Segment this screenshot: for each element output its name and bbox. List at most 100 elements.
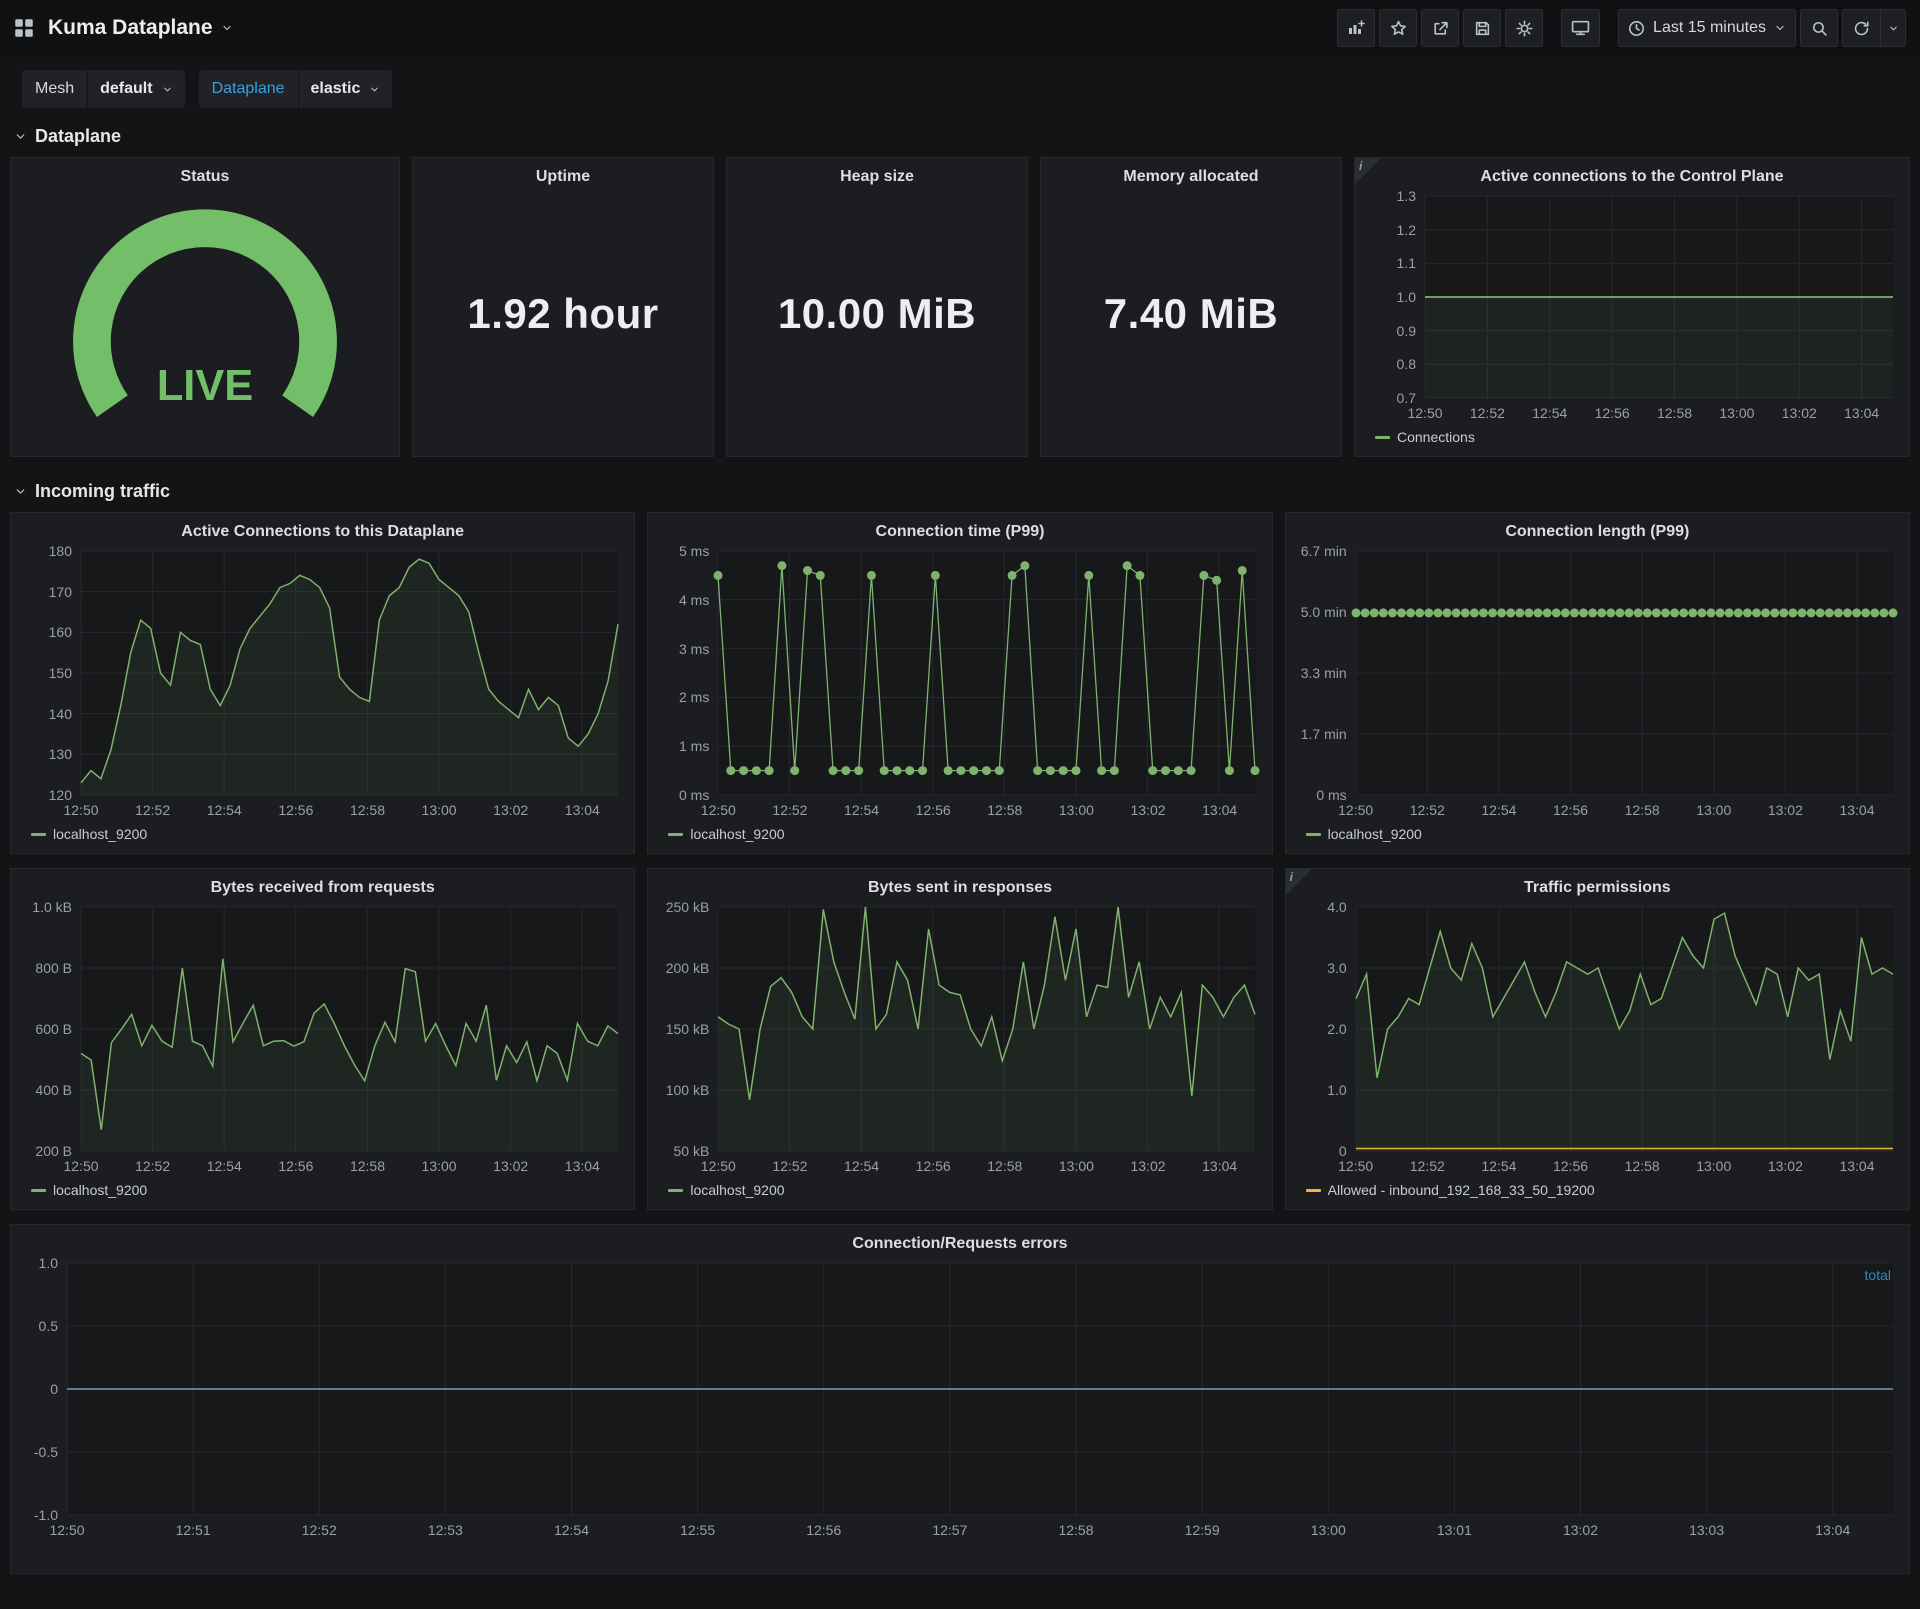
y-axis-label: -0.5	[33, 1444, 58, 1460]
y-axis-label: 1.3	[1396, 188, 1416, 204]
panel-title[interactable]: Memory allocated	[1041, 158, 1341, 188]
chart-bytes-sent[interactable]: 250 kB 200 kB 150 kB 100 kB 50 kB 12:50 12:52…	[648, 899, 1271, 1177]
legend-item[interactable]: Allowed - inbound_192_168_33_50_19200	[1305, 1182, 1595, 1198]
x-axis-label: 12:52	[772, 1158, 808, 1174]
x-axis-label: 13:00	[1696, 1158, 1732, 1174]
x-axis-label: 12:54	[206, 802, 242, 818]
y-axis-label: 1.7 min	[1300, 726, 1347, 742]
chart-legend: Allowed - inbound_192_168_33_50_19200	[1286, 1177, 1909, 1209]
y-axis-label: 2.0	[1327, 1021, 1347, 1037]
y-axis-label: 50 kB	[673, 1143, 710, 1159]
share-button[interactable]	[1421, 9, 1460, 47]
panel-info-icon[interactable]: i	[1285, 869, 1312, 895]
chart-connection-time[interactable]: 5 ms 4 ms 3 ms 2 ms 1 ms 0 ms 12:50 12:52 12:54…	[648, 543, 1271, 821]
panel-title[interactable]: Active Connections to this Dataplane	[11, 513, 634, 543]
legend-item[interactable]: Connections	[1375, 429, 1475, 445]
x-axis-label: 13:04	[1815, 1522, 1851, 1538]
y-axis-label: 1 ms	[678, 738, 710, 755]
y-axis-label: 1.0	[1396, 289, 1416, 305]
legend-item[interactable]: localhost_9200	[668, 826, 785, 842]
panel-title[interactable]: Uptime	[413, 158, 713, 188]
x-axis-label: 12:58	[1624, 802, 1660, 818]
x-axis-label: 12:54	[1481, 802, 1517, 818]
chart-connection-length[interactable]: 6.7 min 5.0 min 3.3 min 1.7 min 0 ms 12:50 12…	[1286, 543, 1909, 821]
x-axis-label: 12:56	[806, 1522, 842, 1538]
x-axis-label: 12:50	[1338, 802, 1374, 818]
y-axis-label: 0	[1338, 1143, 1347, 1159]
plot-svg	[66, 1262, 1893, 1516]
chart-legend: localhost_9200	[648, 1177, 1271, 1209]
panel-title[interactable]: Heap size	[727, 158, 1027, 188]
chart-legend: localhost_9200	[11, 821, 634, 853]
tv-mode-button[interactable]	[1561, 9, 1601, 47]
panel-title[interactable]: Traffic permissions	[1286, 869, 1909, 899]
panel-title[interactable]: Status	[11, 158, 399, 188]
refresh-interval-dropdown[interactable]	[1880, 9, 1906, 47]
dataplane-variable-dropdown[interactable]: elastic	[298, 70, 393, 108]
star-button[interactable]	[1379, 9, 1418, 47]
panel-title[interactable]: Bytes sent in responses	[648, 869, 1271, 899]
x-axis-label: 12:52	[1409, 802, 1445, 818]
x-axis-label: 13:04	[1839, 802, 1875, 818]
zoom-out-button[interactable]	[1800, 9, 1838, 47]
panel-connection-length: Connection length (P99) 6.7 min 5.0 min 3.…	[1284, 512, 1910, 854]
x-axis-label: 13:00	[1719, 405, 1755, 421]
x-axis-label: 12:50	[49, 1522, 85, 1538]
legend-item[interactable]: localhost_9200	[1305, 826, 1422, 842]
panel-title[interactable]: Connection/Requests errors	[11, 1225, 1909, 1255]
gear-icon	[1516, 19, 1533, 37]
settings-button[interactable]	[1505, 9, 1544, 47]
time-picker-button[interactable]: Last 15 minutes	[1618, 9, 1796, 47]
section-title: Dataplane	[35, 126, 122, 146]
variable-mesh-label: Mesh	[22, 70, 88, 108]
grafana-menu-icon[interactable]	[14, 18, 34, 38]
panel-title[interactable]: Connection time (P99)	[648, 513, 1271, 543]
chart-cp-connections[interactable]: 1.3 1.2 1.1 1.0 0.9 0.8 0.7 12:50 12:52 12:54 12:…	[1355, 188, 1909, 424]
legend-item[interactable]: localhost_9200	[31, 1182, 147, 1198]
save-button[interactable]	[1463, 9, 1502, 47]
chart-traffic-permissions[interactable]: 4.0 3.0 2.0 1.0 0 12:50 12:52 12:54 12:56 12:58 1…	[1286, 899, 1909, 1177]
panel-traffic-permissions: i Traffic permissions 4.0 3.0 2.0 1.0 0 12:5…	[1284, 868, 1910, 1210]
dashboard-title[interactable]: Kuma Dataplane	[48, 16, 233, 40]
chevron-down-icon	[16, 134, 25, 139]
refresh-button[interactable]	[1842, 9, 1880, 47]
x-axis-label: 13:00	[1696, 802, 1732, 818]
x-axis-label: 12:52	[135, 802, 171, 818]
section-row-incoming-traffic[interactable]: Incoming traffic	[10, 471, 1910, 512]
chart-bytes-received[interactable]: 1.0 kB 800 B 600 B 400 B 200 B 12:50 12:52 12:…	[11, 899, 634, 1177]
panel-title[interactable]: Bytes received from requests	[11, 869, 634, 899]
legend-item[interactable]: localhost_9200	[668, 1182, 785, 1198]
panel-info-icon[interactable]: i	[1355, 158, 1381, 184]
x-axis-label: 13:02	[1781, 405, 1817, 421]
status-gauge: LIVE	[11, 188, 399, 456]
y-axis-label: 400 B	[35, 1082, 72, 1098]
add-panel-button[interactable]	[1337, 9, 1376, 47]
y-axis-label: 4.0	[1327, 899, 1347, 915]
x-axis-label: 12:54	[1532, 405, 1568, 421]
panel-title[interactable]: Connection length (P99)	[1286, 513, 1909, 543]
y-axis-label: 150 kB	[665, 1021, 710, 1037]
x-axis-label: 12:54	[206, 1158, 242, 1174]
x-axis-label: 12:52	[135, 1158, 171, 1174]
y-axis-label: 120	[48, 787, 72, 803]
panel-bytes-received: Bytes received from requests 1.0 kB 800 B…	[10, 868, 636, 1210]
legend-item[interactable]: localhost_9200	[31, 826, 147, 842]
refresh-icon	[1854, 21, 1869, 35]
x-axis-label: 13:02	[1562, 1522, 1599, 1538]
mesh-variable-dropdown[interactable]: default	[88, 70, 185, 108]
plot-svg	[1424, 195, 1893, 399]
x-axis-label: 12:56	[278, 1158, 314, 1174]
chart-connection-errors[interactable]: 1.0 0.5 0 -0.5 -1.0 12:50 12:51 12:52 12:53 12:5…	[11, 1255, 1909, 1541]
save-icon	[1475, 21, 1489, 35]
star-icon	[1390, 20, 1406, 35]
chart-active-connections[interactable]: 180 170 160 150 140 130 120 12:50 12:52 12:54 12:…	[11, 543, 634, 821]
x-axis-label: 12:56	[278, 802, 314, 818]
x-axis-label: 12:58	[1058, 1522, 1094, 1538]
x-axis-label: 13:02	[1130, 802, 1166, 818]
y-axis-label: 0 ms	[1316, 787, 1347, 803]
x-axis-label: 12:56	[915, 802, 951, 818]
x-axis-label: 13:02	[493, 802, 529, 818]
panel-title[interactable]: Active connections to the Control Plane	[1355, 158, 1909, 188]
x-axis-label: 12:58	[987, 802, 1023, 818]
section-row-dataplane[interactable]: Dataplane	[10, 116, 1910, 157]
